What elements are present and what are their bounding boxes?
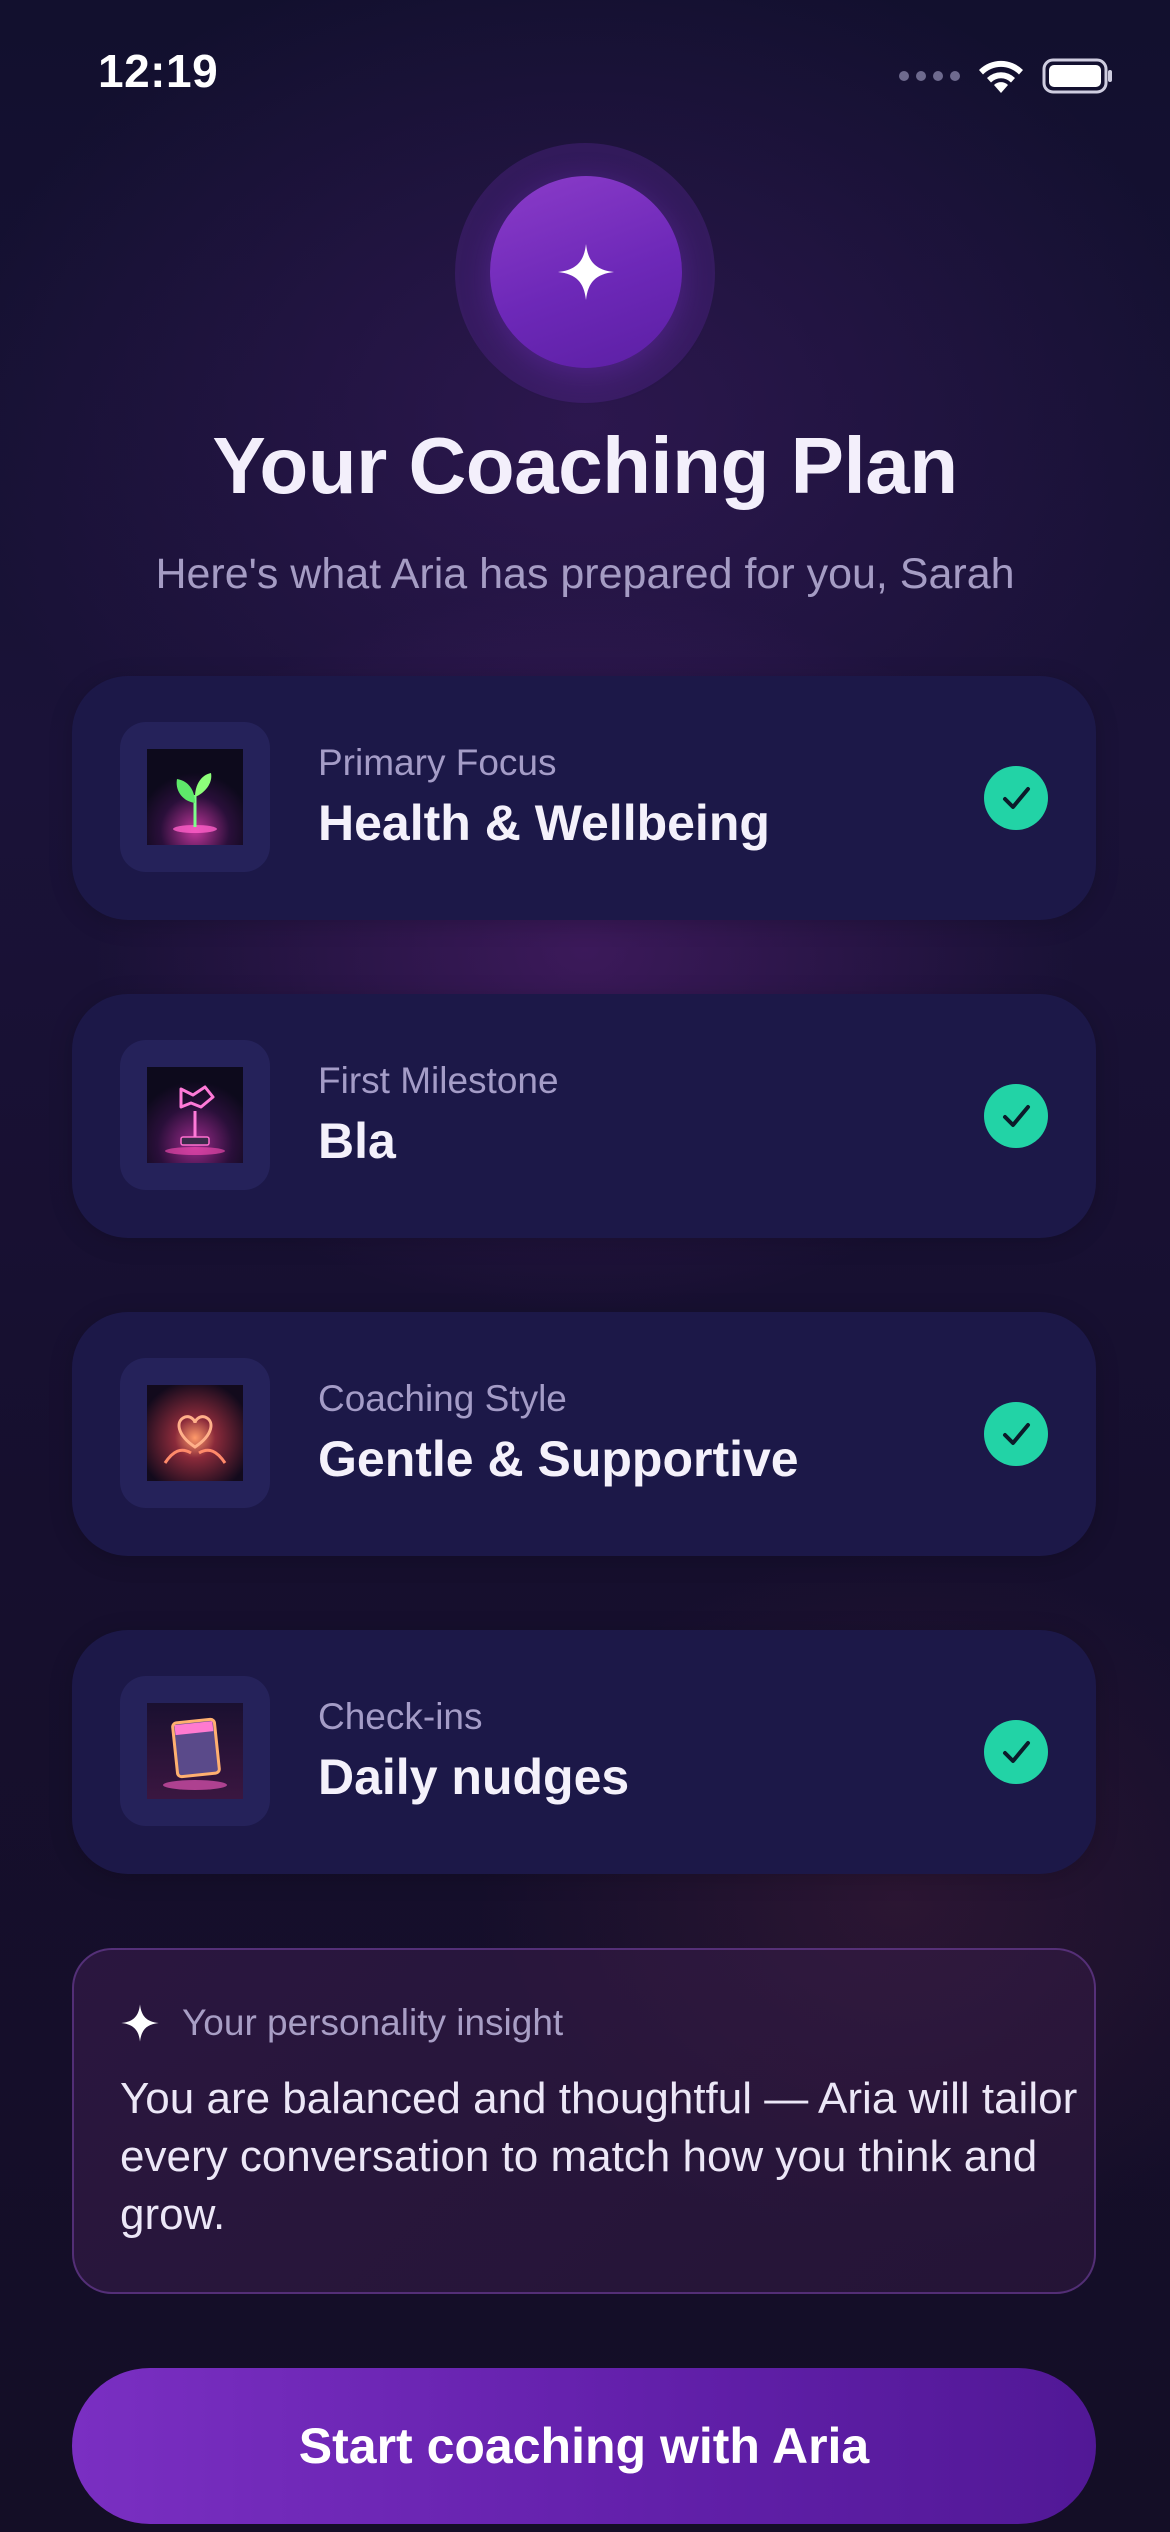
card-thumbnail xyxy=(120,722,270,872)
insight-title: Your personality insight xyxy=(182,2002,564,2043)
page-subtitle: Here's what Aria has prepared for you, S… xyxy=(155,550,1015,598)
page-title: Your Coaching Plan xyxy=(212,421,958,510)
card-value: Daily nudges xyxy=(318,1749,630,1805)
plan-card-first-milestone: First Milestone Bla xyxy=(72,994,1096,1238)
status-time: 12:19 xyxy=(98,45,219,97)
card-thumbnail xyxy=(120,1040,270,1190)
plan-card-coaching-style: Coaching Style Gentle & Supportive xyxy=(72,1312,1096,1556)
card-value: Bla xyxy=(318,1113,396,1169)
check-icon xyxy=(984,766,1048,830)
wifi-icon xyxy=(976,57,1026,95)
card-label: Check-ins xyxy=(318,1696,483,1737)
sparkle-icon xyxy=(121,2004,159,2042)
personality-insight-card: Your personality insight You are balance… xyxy=(72,1948,1096,2294)
start-coaching-button[interactable]: Start coaching with Aria xyxy=(72,2368,1096,2524)
card-label: First Milestone xyxy=(318,1060,559,1101)
card-value: Health & Wellbeing xyxy=(318,795,770,851)
plan-card-check-ins: Check-ins Daily nudges xyxy=(72,1630,1096,1874)
check-icon xyxy=(984,1402,1048,1466)
status-bar: 12:19 xyxy=(0,0,1170,150)
plan-card-primary-focus: Primary Focus Health & Wellbeing xyxy=(72,676,1096,920)
calendar-icon xyxy=(147,1703,243,1799)
neon-flag-icon xyxy=(147,1067,243,1163)
card-thumbnail xyxy=(120,1676,270,1826)
seedling-icon xyxy=(147,749,243,845)
signal-dots-icon xyxy=(899,71,960,81)
insight-body: You are balanced and thoughtful — Aria w… xyxy=(120,2074,1078,2239)
hero-badge xyxy=(490,176,682,368)
battery-icon xyxy=(1042,58,1114,94)
card-label: Coaching Style xyxy=(318,1378,567,1419)
check-icon xyxy=(984,1720,1048,1784)
heart-hands-icon xyxy=(147,1385,243,1481)
card-label: Primary Focus xyxy=(318,742,557,783)
check-icon xyxy=(984,1084,1048,1148)
sparkle-icon xyxy=(558,244,614,300)
status-icons xyxy=(899,52,1114,100)
insight-header: Your personality insight xyxy=(120,2002,563,2044)
card-thumbnail xyxy=(120,1358,270,1508)
card-value: Gentle & Supportive xyxy=(318,1431,799,1487)
